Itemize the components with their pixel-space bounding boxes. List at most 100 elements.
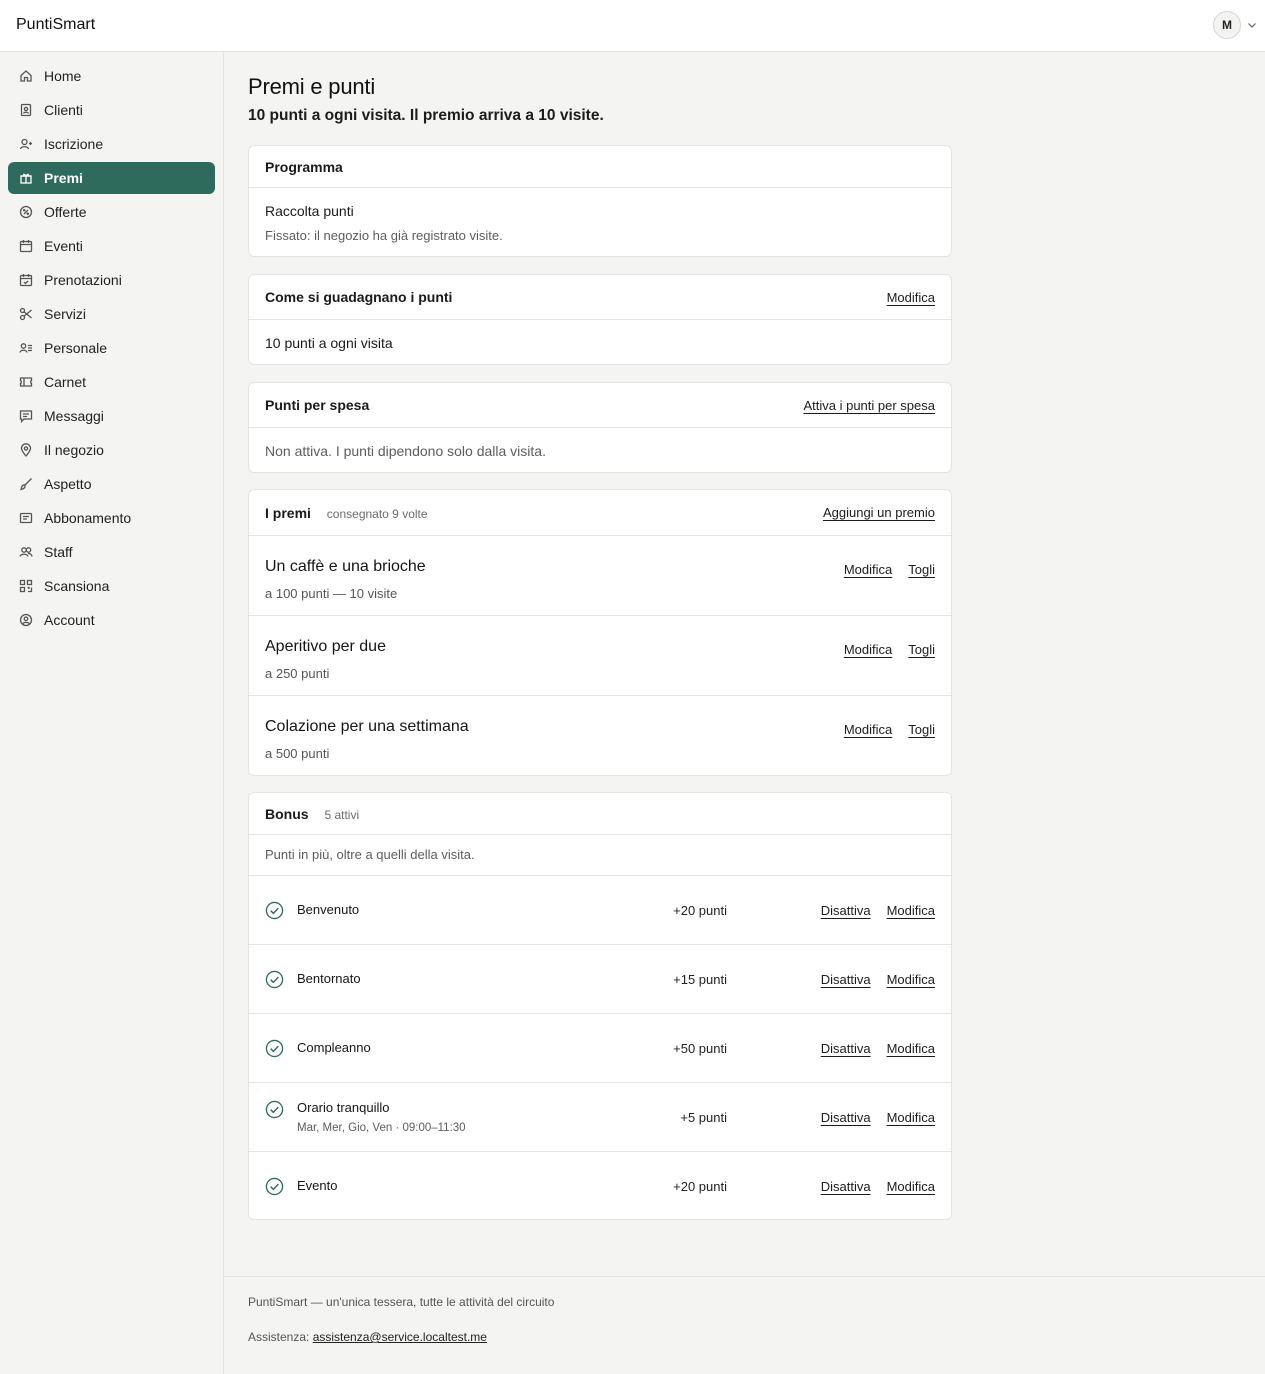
bonus-card: Bonus 5 attivi Punti in più, oltre a que… <box>248 792 952 1220</box>
spend-card: Punti per spesa Attiva i punti per spesa… <box>248 382 952 473</box>
rewards-card-header: I premi consegnato 9 volte Aggiungi un p… <box>249 490 951 536</box>
sidebar-item-servizi[interactable]: Servizi <box>8 298 215 330</box>
sidebar-item-offerte[interactable]: Offerte <box>8 196 215 228</box>
check-circle-icon <box>265 1100 284 1119</box>
sidebar-item-label: Iscrizione <box>44 136 104 152</box>
reward-edit-link[interactable]: Modifica <box>844 722 892 737</box>
sidebar-item-iscrizione[interactable]: Iscrizione <box>8 128 215 160</box>
support-email-link[interactable]: assistenza@service.localtest.me <box>313 1330 487 1344</box>
sidebar-item-label: Clienti <box>44 102 83 118</box>
sidebar-item-aspetto[interactable]: Aspetto <box>8 468 215 500</box>
earning-edit-link[interactable]: Modifica <box>887 290 935 305</box>
bonus-name: Benvenuto <box>297 902 360 917</box>
bonus-schedule: Mar, Mer, Gio, Ven · 09:00–11:30 <box>297 1122 466 1134</box>
bonus-name: Bentornato <box>297 971 361 986</box>
bonus-disable-link[interactable]: Disattiva <box>821 1110 871 1125</box>
earning-card-header: Come si guadagnano i punti Modifica <box>249 275 951 320</box>
program-card: Programma Raccolta punti Fissato: il neg… <box>248 145 952 257</box>
spend-status: Non attiva. I punti dipendono solo dalla… <box>265 443 546 459</box>
bonus-disable-link[interactable]: Disattiva <box>821 1179 871 1194</box>
bonus-edit-link[interactable]: Modifica <box>887 972 935 987</box>
users-icon <box>19 545 33 559</box>
bonus-row: Evento +20 punti Disattiva Modifica <box>249 1151 951 1219</box>
sidebar-item-label: Personale <box>44 340 108 356</box>
user-list-icon <box>19 341 33 355</box>
sidebar-item-premi[interactable]: Premi <box>8 162 215 194</box>
rewards-card: I premi consegnato 9 volte Aggiungi un p… <box>248 489 952 776</box>
footer-support: Assistenza: assistenza@service.localtest… <box>248 1330 487 1344</box>
sidebar-item-label: Servizi <box>44 306 87 322</box>
add-reward-link[interactable]: Aggiungi un premio <box>823 505 935 520</box>
reward-edit-link[interactable]: Modifica <box>844 562 892 577</box>
program-card-header: Programma <box>249 146 951 188</box>
activate-spend-link[interactable]: Attiva i punti per spesa <box>803 398 935 413</box>
sidebar-item-label: Aspetto <box>44 476 92 492</box>
support-label: Assistenza: <box>248 1330 310 1344</box>
calendar-icon <box>19 239 33 253</box>
avatar[interactable]: M <box>1213 11 1241 39</box>
footer-tagline: PuntiSmart — un'unica tessera, tutte le … <box>248 1295 555 1309</box>
sidebar-item-scansiona[interactable]: Scansiona <box>8 570 215 602</box>
map-pin-icon <box>19 443 33 457</box>
sidebar-item-home[interactable]: Home <box>8 60 215 92</box>
reward-row: Colazione per una settimana a 500 punti … <box>249 696 951 775</box>
bonus-card-header: Bonus 5 attivi <box>249 793 951 835</box>
reward-points: a 250 punti <box>265 666 330 681</box>
reward-name: Colazione per una settimana <box>265 718 469 735</box>
rewards-card-title: I premi <box>265 504 311 521</box>
sidebar-item-label: Offerte <box>44 204 87 220</box>
account-menu[interactable]: M <box>1213 11 1257 39</box>
reward-remove-link[interactable]: Togli <box>908 722 935 737</box>
home-icon <box>19 69 33 83</box>
reward-name: Aperitivo per due <box>265 638 386 655</box>
sidebar-item-eventi[interactable]: Eventi <box>8 230 215 262</box>
sidebar-item-abbonamento[interactable]: Abbonamento <box>8 502 215 534</box>
bonus-disable-link[interactable]: Disattiva <box>821 972 871 987</box>
bonus-row: Compleanno +50 punti Disattiva Modifica <box>249 1013 951 1082</box>
page-subtitle: 10 punti a ogni visita. Il premio arriva… <box>248 107 604 124</box>
check-circle-icon <box>265 1039 284 1058</box>
bonus-edit-link[interactable]: Modifica <box>887 1110 935 1125</box>
page-title: Premi e punti <box>248 74 376 99</box>
message-icon <box>19 409 33 423</box>
check-circle-icon <box>265 1177 284 1196</box>
bonus-points: +5 punti <box>680 1110 727 1125</box>
bonus-intro: Punti in più, oltre a quelli della visit… <box>265 847 475 862</box>
bonus-name: Orario tranquillo <box>297 1100 390 1115</box>
program-note: Fissato: il negozio ha già registrato vi… <box>265 228 503 243</box>
reward-row: Un caffè e una brioche a 100 punti — 10 … <box>249 536 951 616</box>
spend-card-header: Punti per spesa Attiva i punti per spesa <box>249 383 951 428</box>
sidebar-item-clienti[interactable]: Clienti <box>8 94 215 126</box>
bonus-disable-link[interactable]: Disattiva <box>821 903 871 918</box>
sidebar-item-account[interactable]: Account <box>8 604 215 636</box>
sidebar-item-staff[interactable]: Staff <box>8 536 215 568</box>
sidebar-item-label: Scansiona <box>44 578 110 594</box>
bonus-edit-link[interactable]: Modifica <box>887 1179 935 1194</box>
reward-points: a 100 punti — 10 visite <box>265 586 398 601</box>
reward-edit-link[interactable]: Modifica <box>844 642 892 657</box>
contacts-icon <box>19 103 33 117</box>
sidebar-item-label: Messaggi <box>44 408 104 424</box>
earning-card-title: Come si guadagnano i punti <box>265 289 453 305</box>
sidebar-item-carnet[interactable]: Carnet <box>8 366 215 398</box>
bonus-edit-link[interactable]: Modifica <box>887 1041 935 1056</box>
bonus-points: +15 punti <box>673 972 727 987</box>
bonus-name: Compleanno <box>297 1040 371 1055</box>
reward-remove-link[interactable]: Togli <box>908 562 935 577</box>
sidebar-item-label: Staff <box>44 544 73 560</box>
sidebar-item-messaggi[interactable]: Messaggi <box>8 400 215 432</box>
sidebar-item-il-negozio[interactable]: Il negozio <box>8 434 215 466</box>
user-plus-icon <box>19 137 33 151</box>
sidebar-item-prenotazioni[interactable]: Prenotazioni <box>8 264 215 296</box>
brand-logo[interactable]: PuntiSmart <box>16 16 95 34</box>
bonus-disable-link[interactable]: Disattiva <box>821 1041 871 1056</box>
reward-remove-link[interactable]: Togli <box>908 642 935 657</box>
gift-icon <box>19 171 33 185</box>
earning-rule: 10 punti a ogni visita <box>265 335 393 351</box>
ticket-icon <box>19 375 33 389</box>
bonus-edit-link[interactable]: Modifica <box>887 903 935 918</box>
sidebar-item-personale[interactable]: Personale <box>8 332 215 364</box>
reward-row: Aperitivo per due a 250 punti Modifica T… <box>249 616 951 696</box>
bonus-points: +20 punti <box>673 903 727 918</box>
receipt-icon <box>19 511 33 525</box>
